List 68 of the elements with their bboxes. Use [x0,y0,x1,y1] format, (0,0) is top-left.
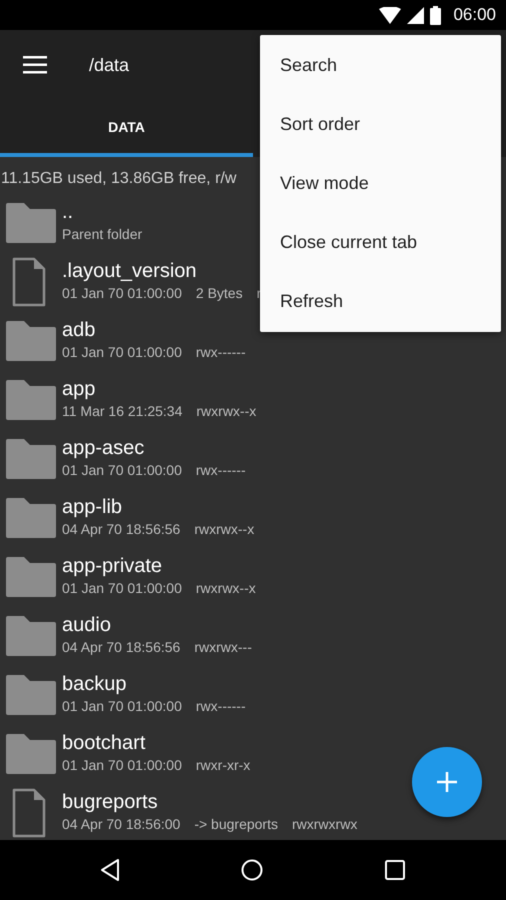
file-name: backup [62,673,128,696]
folder-icon [6,438,56,478]
file-date: 01 Jan 70 01:00:00 [62,343,182,362]
file-name: app [62,378,96,401]
folder-icon [6,202,56,242]
file-permissions: rwxrwx--x [196,579,256,598]
file-date: 04 Apr 70 18:56:56 [62,520,180,539]
file-row[interactable]: bugreports 04 Apr 70 18:56:00 -> bugreports rwxrwxrwx [0,783,506,840]
file-row[interactable]: backup 01 Jan 70 01:00:00 rwx------ [0,665,506,724]
file-date: 11 Mar 16 21:25:34 [62,402,182,421]
file-name: audio [62,614,112,637]
file-name: adb [62,319,96,342]
recents-icon[interactable] [385,860,405,880]
folder-icon [6,734,56,774]
home-icon[interactable] [241,859,263,881]
current-path: /data [89,54,130,76]
menu-item[interactable]: View mode [260,154,501,213]
folder-icon [6,674,56,714]
file-name: .. [62,201,74,224]
file-name: app-private [62,555,164,578]
menu-item[interactable]: Search [260,36,501,95]
file-permissions: rwxrwx--x [194,520,254,539]
file-detail: -> bugreports [194,815,278,834]
signal-icon [407,6,424,24]
back-icon[interactable] [100,858,120,882]
menu-item[interactable]: Close current tab [260,213,501,272]
file-name: app-asec [62,437,146,460]
file-date: 01 Jan 70 01:00:00 [62,461,182,480]
file-row[interactable]: bootchart 01 Jan 70 01:00:00 rwxr-xr-x [0,724,506,783]
file-permissions: rwx------ [196,697,246,716]
file-date: 01 Jan 70 01:00:00 [62,284,182,303]
file-name: bootchart [62,732,146,755]
file-permissions: rwxrwx--- [194,638,252,657]
file-row[interactable]: app-private 01 Jan 70 01:00:00 rwxrwx--x [0,547,506,606]
file-name: .layout_version [62,260,198,283]
file-icon [12,788,46,838]
file-date: 04 Apr 70 18:56:00 [62,815,180,834]
file-row[interactable]: app-lib 04 Apr 70 18:56:56 rwxrwx--x [0,488,506,547]
folder-icon [6,498,56,538]
file-date: 01 Jan 70 01:00:00 [62,579,182,598]
clock-time: 06:00 [453,5,496,25]
file-permissions: rwxrwxrwx [292,815,358,834]
file-date: 01 Jan 70 01:00:00 [62,756,182,775]
file-permissions: rwx------ [196,343,246,362]
tab[interactable]: DATA [0,100,253,157]
file-icon [12,256,46,306]
file-detail: 2 Bytes [196,284,243,303]
folder-icon [6,320,56,360]
file-name: bugreports [62,791,159,814]
file-row[interactable]: audio 04 Apr 70 18:56:56 rwxrwx--- [0,606,506,665]
menu-item[interactable]: Sort order [260,95,501,154]
folder-icon [6,616,56,656]
file-date: 01 Jan 70 01:00:00 [62,697,182,716]
wifi-icon [379,6,402,24]
battery-icon [430,6,442,24]
plus-icon [436,771,458,793]
storage-info: 11.15GB used, 13.86GB free, r/w [1,170,236,189]
folder-icon [6,380,56,420]
file-name: app-lib [62,496,124,519]
file-date: 04 Apr 70 18:56:56 [62,638,180,657]
file-row[interactable]: app-asec 01 Jan 70 01:00:00 rwx------ [0,429,506,488]
file-permissions: rwx------ [196,461,246,480]
folder-icon [6,556,56,596]
file-subtitle: Parent folder [62,225,142,244]
file-permissions: rwxr-xr-x [196,756,250,775]
file-permissions: rwxrwx--x [196,402,256,421]
file-row[interactable]: app 11 Mar 16 21:25:34 rwxrwx--x [0,370,506,429]
menu-icon[interactable] [23,56,47,74]
